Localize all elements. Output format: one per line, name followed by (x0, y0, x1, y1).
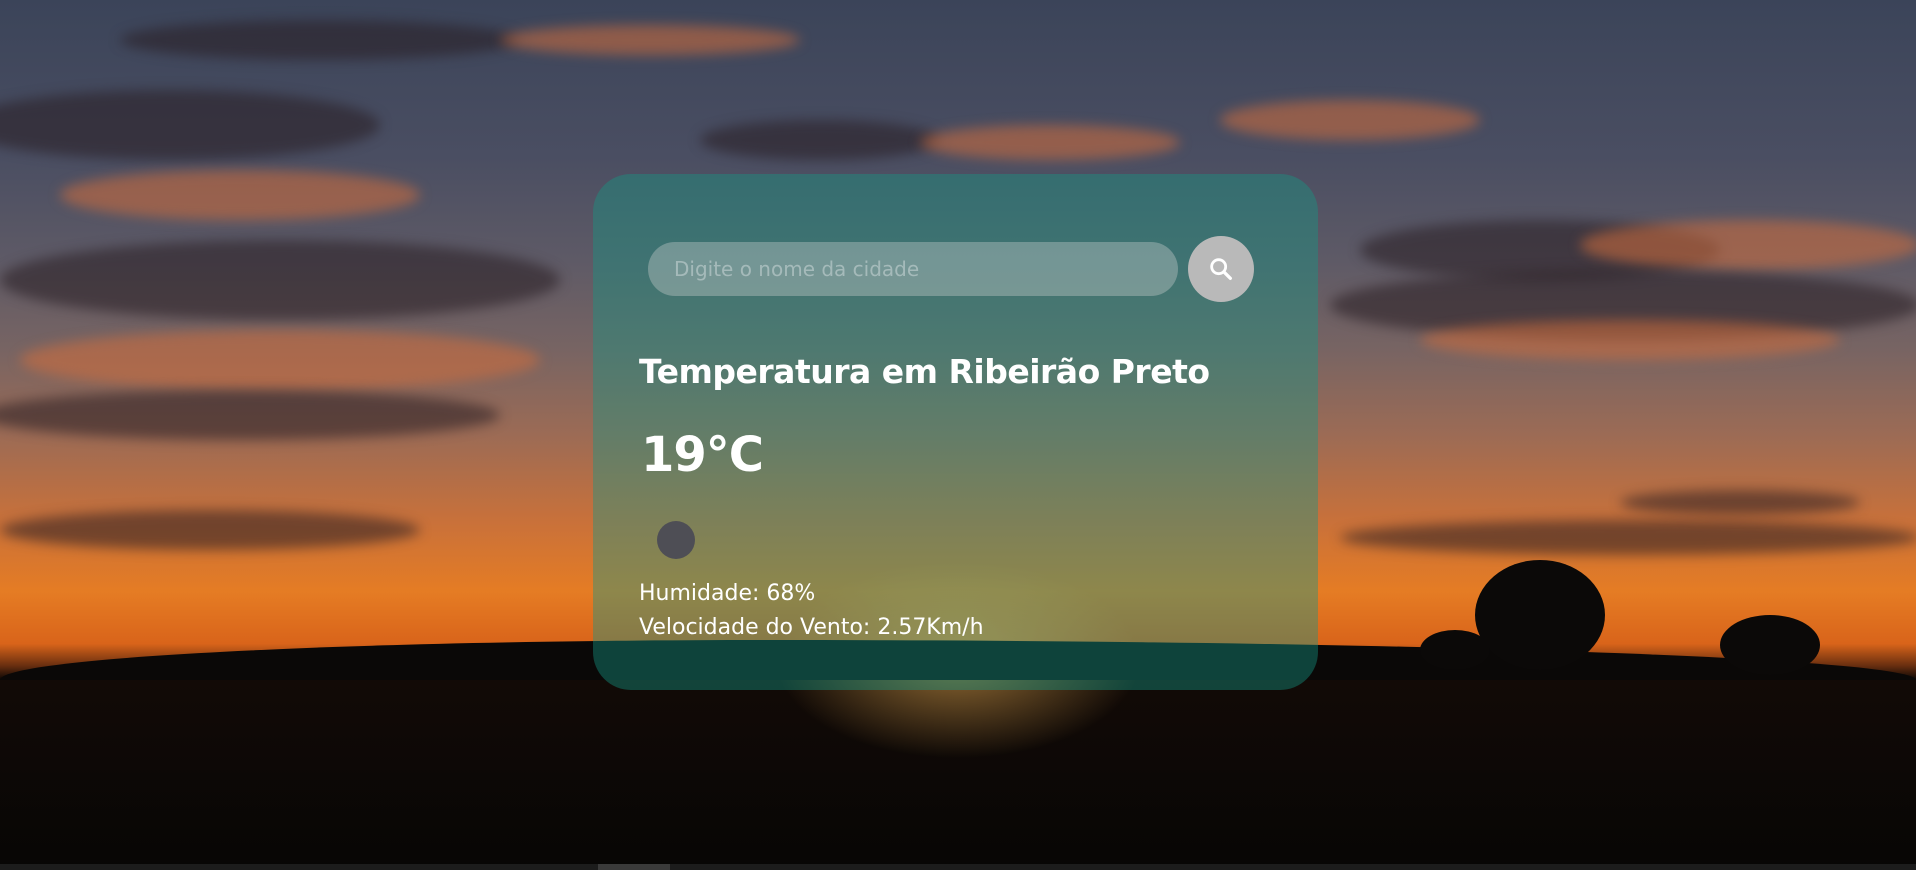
wind-speed-text: Velocidade do Vento: 2.57Km/h (639, 615, 984, 640)
weather-details: Humidade: 68% Velocidade do Vento: 2.57K… (639, 577, 1272, 645)
cloud (1340, 520, 1916, 555)
cloud (920, 125, 1180, 160)
cloud (0, 90, 380, 160)
search-button[interactable] (1188, 236, 1254, 302)
temperature-value: 19°C (641, 427, 764, 483)
weather-title: Temperatura em Ribeirão Preto (639, 352, 1210, 391)
cloud (1620, 490, 1860, 515)
cloud (120, 20, 520, 60)
cloud (0, 240, 560, 320)
cloud (500, 25, 800, 55)
weather-condition-icon (657, 521, 695, 559)
page-background: Temperatura em Ribeirão Preto 19°C Humid… (0, 0, 1916, 870)
city-search-input[interactable] (648, 242, 1178, 296)
cloud (1420, 320, 1840, 360)
cloud (60, 170, 420, 220)
cloud (1580, 220, 1916, 270)
scrollbar-thumb[interactable] (598, 864, 670, 870)
cloud (0, 510, 420, 550)
cloud (1220, 100, 1480, 140)
weather-card: Temperatura em Ribeirão Preto 19°C Humid… (593, 174, 1318, 690)
tree-silhouette (1420, 630, 1490, 670)
tree-silhouette (1475, 560, 1605, 670)
cloud (0, 390, 500, 440)
search-bar (648, 236, 1272, 302)
search-icon (1210, 258, 1232, 280)
humidity-text: Humidade: 68% (639, 581, 816, 606)
horizontal-scrollbar[interactable] (0, 864, 1916, 870)
tree-silhouette (1720, 615, 1820, 675)
cloud (20, 330, 540, 390)
cloud (700, 120, 940, 160)
